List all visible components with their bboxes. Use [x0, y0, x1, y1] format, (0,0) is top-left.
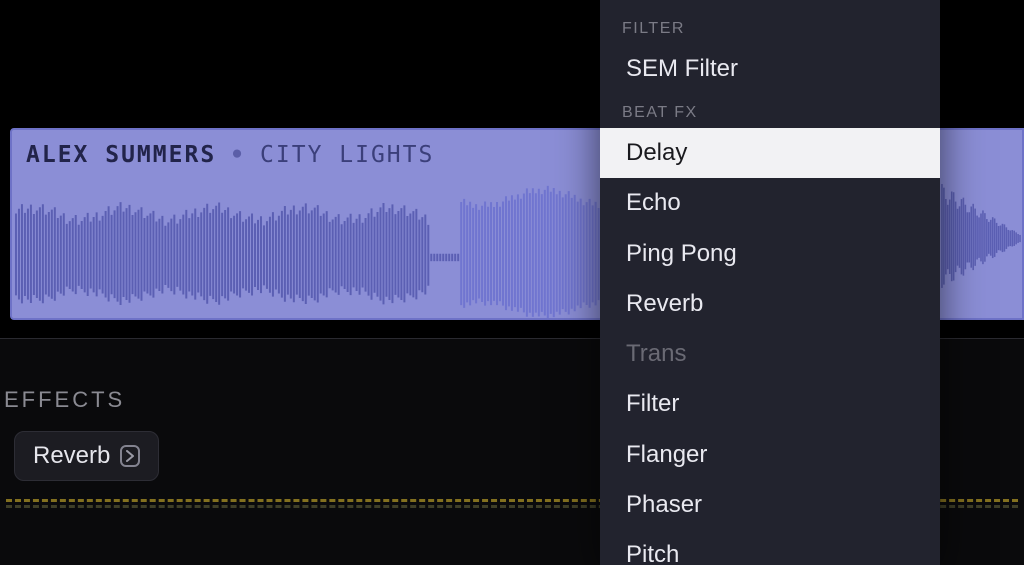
waveform [940, 130, 1022, 317]
chevron-right-icon [120, 445, 140, 467]
menu-item-trans: Trans [600, 329, 940, 379]
menu-item-phaser[interactable]: Phaser [600, 480, 940, 530]
menu-item-delay[interactable]: Delay [600, 128, 940, 178]
effects-section-label: EFFECTS [4, 387, 125, 413]
track-title: CITY LIGHTS [260, 142, 434, 168]
menu-section-header: BEAT FX [600, 94, 940, 128]
menu-item-sem-filter[interactable]: SEM Filter [600, 44, 940, 94]
menu-item-filter[interactable]: Filter [600, 379, 940, 429]
audio-track-continuation[interactable] [940, 128, 1024, 320]
menu-item-flanger[interactable]: Flanger [600, 430, 940, 480]
track-header: ALEX SUMMERS • CITY LIGHTS [26, 142, 434, 168]
menu-item-echo[interactable]: Echo [600, 178, 940, 228]
menu-item-ping-pong[interactable]: Ping Pong [600, 229, 940, 279]
track-separator: • [230, 142, 246, 168]
effect-chip-label: Reverb [33, 442, 110, 470]
effects-dropdown[interactable]: FILTERSEM FilterBEAT FXDelayEchoPing Pon… [600, 0, 940, 565]
menu-section-header: FILTER [600, 0, 940, 44]
effect-reverb-chip[interactable]: Reverb [14, 431, 159, 481]
track-artist: ALEX SUMMERS [26, 142, 216, 168]
menu-item-pitch[interactable]: Pitch [600, 530, 940, 565]
menu-item-reverb[interactable]: Reverb [600, 279, 940, 329]
